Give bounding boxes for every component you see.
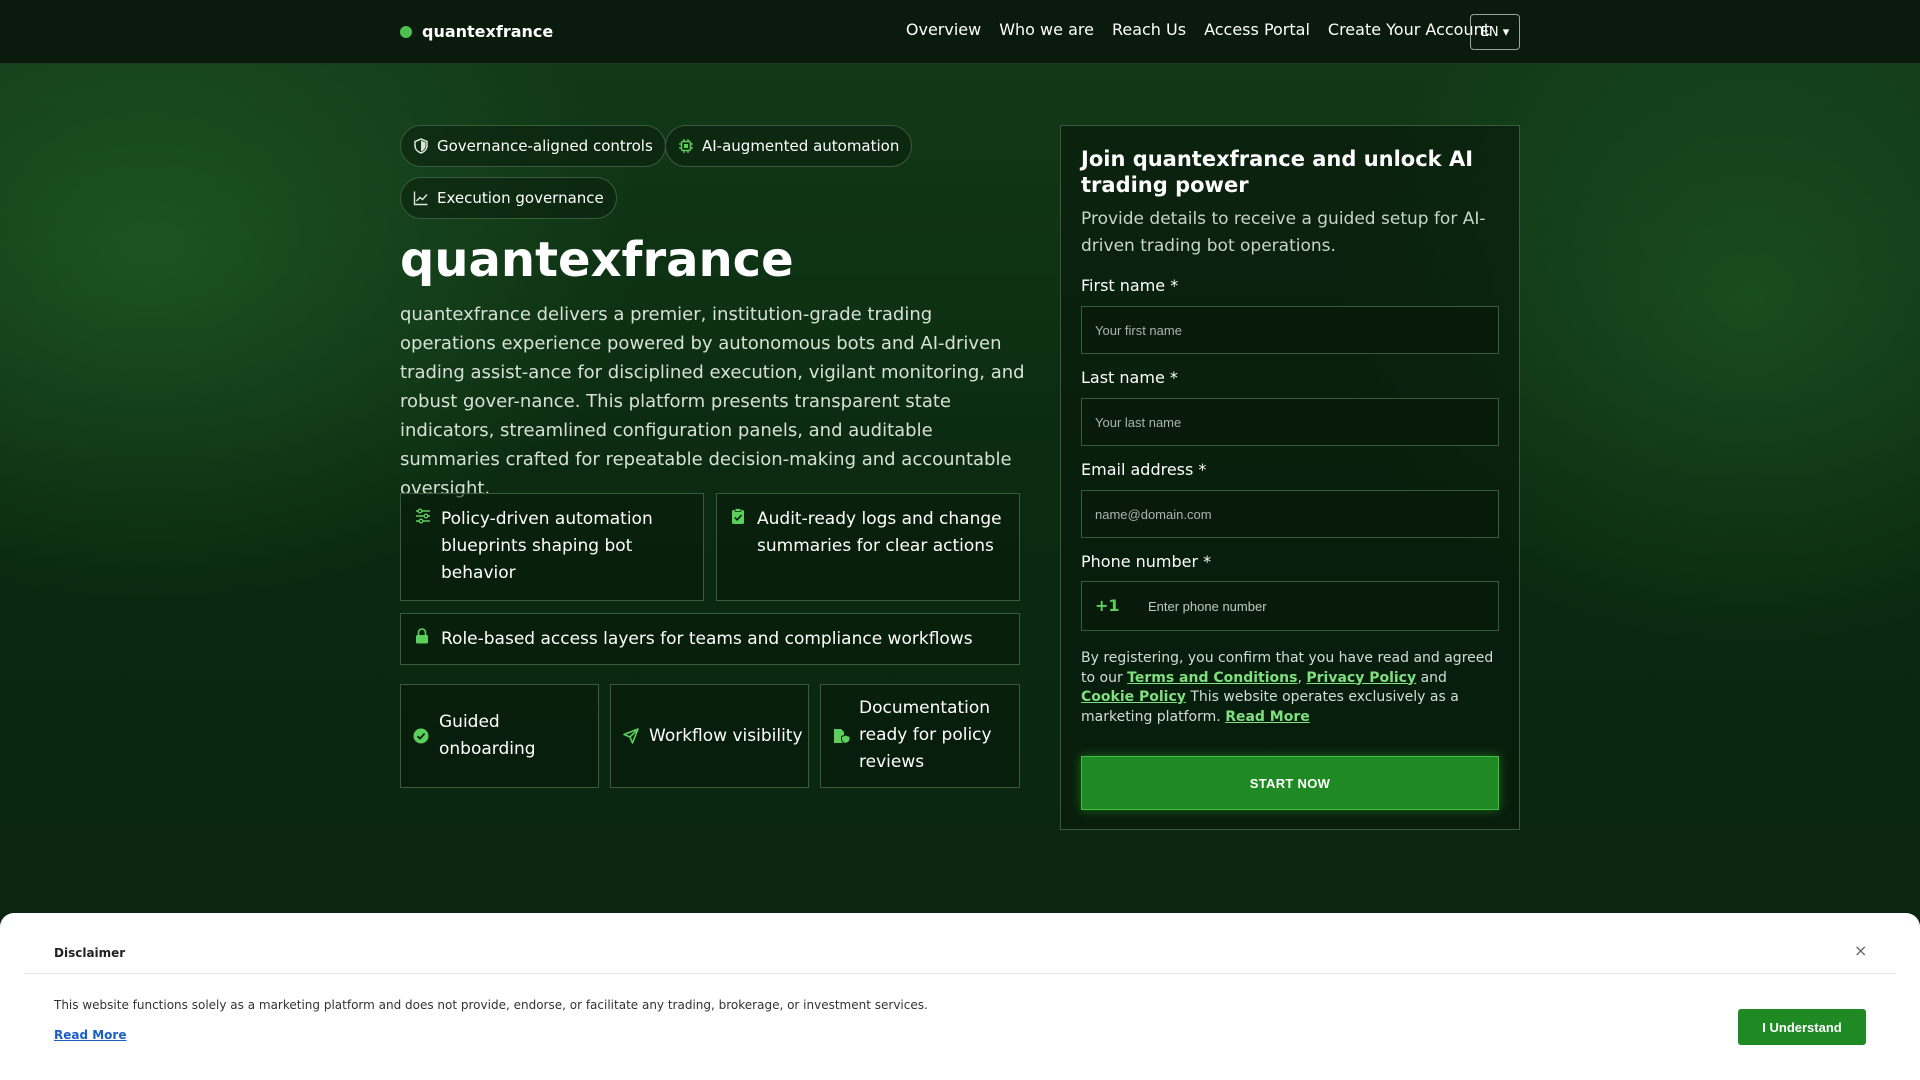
lock-icon [416, 628, 428, 644]
chip-label: Governance-aligned controls [437, 137, 653, 155]
divider [25, 973, 1895, 974]
main-nav: Overview Who we are Reach Us Access Port… [906, 20, 1490, 39]
phone-input[interactable] [1137, 582, 1497, 630]
feature-card-policy: Policy-driven automation blueprints shap… [400, 493, 704, 601]
highlight-workflow: Workflow visibility [610, 684, 809, 788]
shield-icon [414, 138, 428, 154]
cookie-link[interactable]: Cookie Policy [1081, 689, 1186, 705]
line-chart-icon [413, 191, 428, 206]
disclaimer-title: Disclaimer [54, 946, 126, 960]
email-input[interactable] [1081, 490, 1499, 538]
first-name-label: First name * [1081, 276, 1179, 295]
site-header: quantexfrance Overview Who we are Reach … [0, 0, 1920, 64]
chip-governance: Governance-aligned controls [400, 125, 666, 167]
sliders-icon [416, 508, 430, 524]
feature-text: Role-based access layers for teams and c… [441, 629, 973, 649]
first-name-input[interactable] [1081, 306, 1499, 354]
check-circle-icon [413, 728, 429, 744]
terms-link[interactable]: Terms and Conditions [1127, 670, 1297, 686]
phone-country-code[interactable]: +1 [1095, 596, 1120, 615]
feature-text: Policy-driven automation blueprints shap… [441, 509, 653, 583]
i-understand-button[interactable]: I Understand [1738, 1009, 1866, 1045]
disclaimer-read-more-link[interactable]: Read More [54, 1028, 127, 1042]
feature-card-access: Role-based access layers for teams and c… [400, 613, 1020, 665]
form-subtitle: Provide details to receive a guided setu… [1081, 209, 1486, 256]
close-icon[interactable]: × [1854, 941, 1867, 960]
phone-label: Phone number * [1081, 552, 1212, 571]
disclaimer-banner: Disclaimer × This website functions sole… [0, 913, 1920, 1080]
chip-label: Execution governance [437, 189, 604, 207]
nav-overview[interactable]: Overview [906, 20, 981, 39]
highlight-documentation: Documentation ready for policy reviews [820, 684, 1020, 788]
send-icon [623, 728, 639, 744]
highlight-text: Documentation ready for policy reviews [859, 698, 992, 772]
last-name-input[interactable] [1081, 398, 1499, 446]
language-selector[interactable]: EN ▾ [1470, 14, 1520, 50]
feature-card-audit: Audit-ready logs and change summaries fo… [716, 493, 1020, 601]
highlight-text: Workflow visibility [649, 726, 803, 746]
nav-reach-us[interactable]: Reach Us [1112, 20, 1186, 39]
last-name-label: Last name * [1081, 368, 1178, 387]
logo-dot-icon [400, 25, 412, 38]
consent-separator: , [1297, 669, 1302, 686]
nav-create-account[interactable]: Create Your Account [1328, 20, 1490, 39]
file-shield-icon [834, 729, 851, 744]
logo-text: quantexfrance [422, 22, 554, 41]
highlight-onboarding: Guided onboarding [400, 684, 599, 788]
read-more-link[interactable]: Read More [1225, 709, 1310, 725]
feature-text: Audit-ready logs and change summaries fo… [757, 509, 1002, 556]
email-label: Email address * [1081, 460, 1207, 479]
start-now-button[interactable]: START NOW [1081, 756, 1499, 810]
nav-access-portal[interactable]: Access Portal [1204, 20, 1310, 39]
chip-label: AI-augmented automation [702, 137, 900, 155]
registration-form: Join quantexfrance and unlock AI trading… [1060, 125, 1520, 830]
logo[interactable]: quantexfrance [400, 22, 553, 41]
privacy-link[interactable]: Privacy Policy [1306, 670, 1416, 686]
clipboard-check-icon [732, 508, 744, 524]
hero-description: quantexfrance delivers a premier, instit… [400, 304, 1025, 499]
hero-title: quantexfrance [400, 232, 794, 288]
highlight-text: Guided onboarding [439, 712, 536, 759]
phone-field: +1 [1081, 581, 1499, 631]
nav-who-we-are[interactable]: Who we are [999, 20, 1094, 39]
consent-text: By registering, you confirm that you hav… [1081, 649, 1501, 727]
chip-cpu-icon [679, 139, 693, 153]
form-title: Join quantexfrance and unlock AI trading… [1081, 147, 1474, 197]
chip-execution: Execution governance [400, 177, 617, 219]
consent-and: and [1420, 669, 1447, 686]
chip-ai-automation: AI-augmented automation [665, 125, 913, 167]
disclaimer-text: This website functions solely as a marke… [54, 998, 928, 1012]
